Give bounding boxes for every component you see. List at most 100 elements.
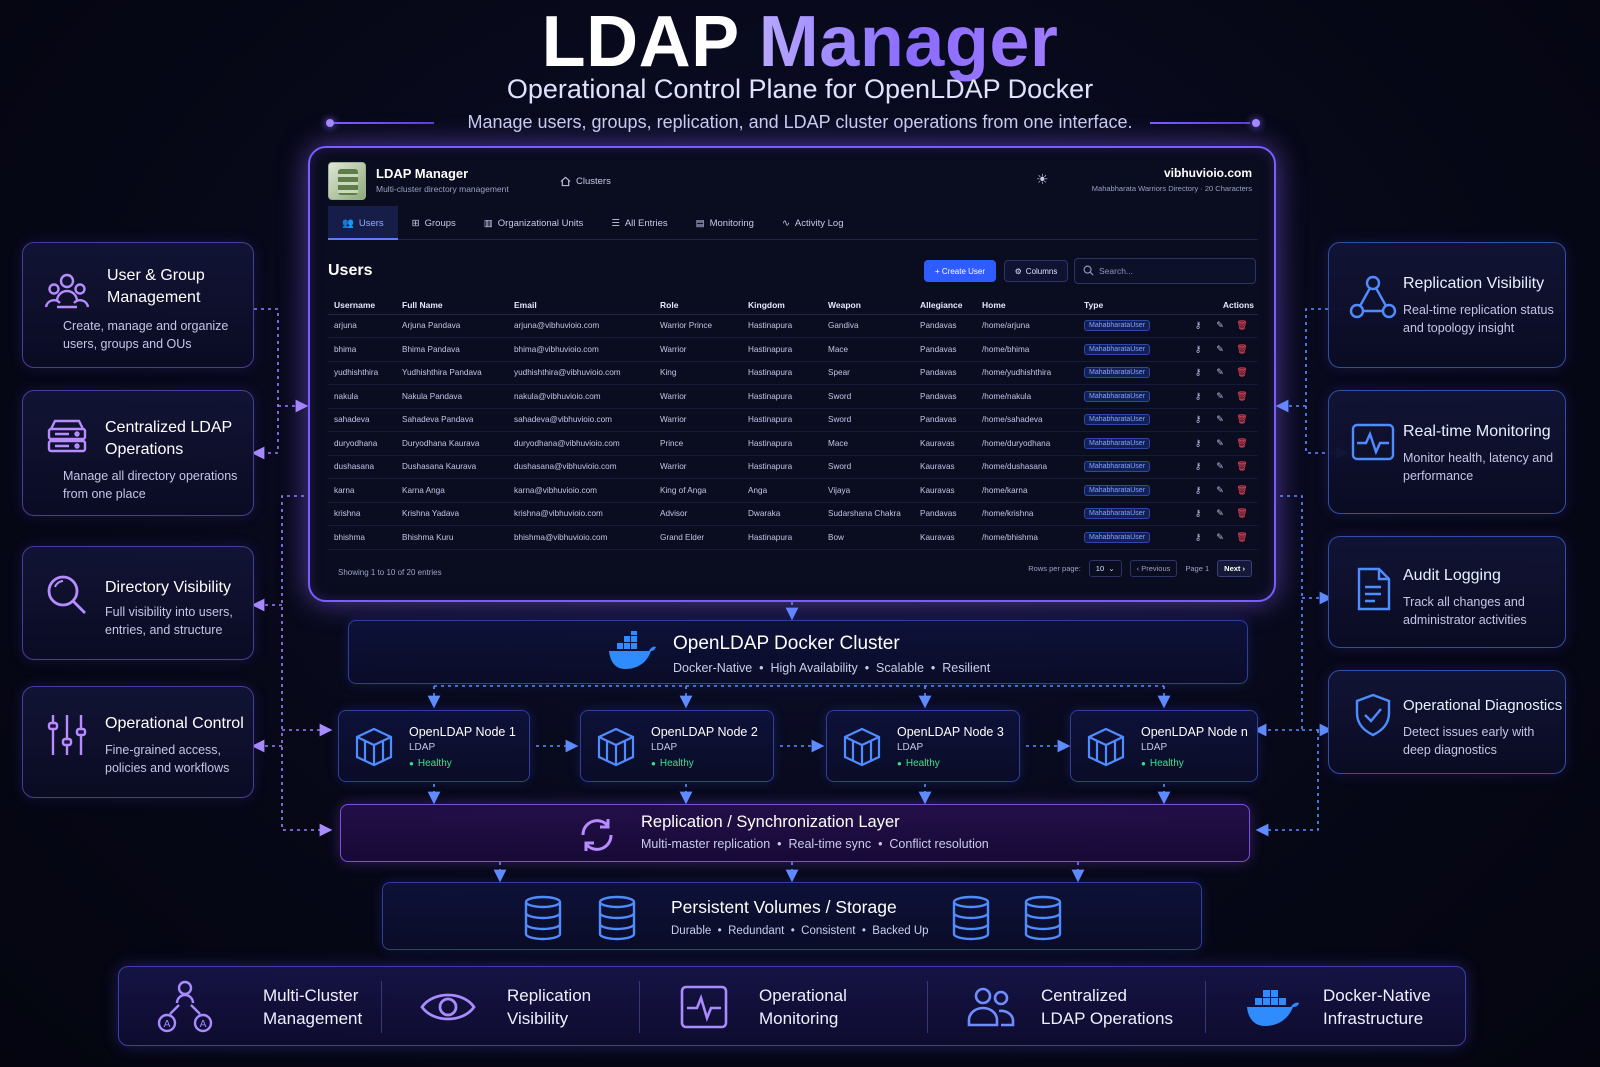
document-icon [1357, 567, 1391, 611]
cluster-title: OpenLDAP Docker Cluster [673, 633, 900, 654]
feature-label: Multi-Cluster Management [263, 984, 362, 1030]
table-row[interactable]: krishna Krishna Yadava krishna@vibhuvioio.… [328, 502, 1258, 526]
replication-layer: Replication / Synchronization Layer Mult… [340, 804, 1250, 862]
card-title: Operational Control [105, 715, 244, 732]
table-row[interactable]: yudhishthira Yudhishthira Pandava yudhisht… [328, 361, 1258, 385]
trash-icon[interactable]: 🗑 [1236, 344, 1248, 355]
col-allegiance[interactable]: Allegiance [914, 296, 976, 315]
table-row[interactable]: bhima Bhima Pandava bhima@vibhuvioio.com Wa… [328, 337, 1258, 362]
cell-weapon: Bow [822, 525, 914, 550]
key-icon[interactable]: ⚷ [1192, 320, 1204, 331]
key-icon[interactable]: ⚷ [1192, 414, 1204, 425]
edit-icon[interactable]: ✎ [1214, 461, 1226, 472]
list-icon: ☰ [611, 218, 620, 229]
rows-per-page-select[interactable]: 10 ⌄ [1088, 560, 1122, 577]
openldap-node-3[interactable]: OpenLDAP Node 3 LDAP Healthy [826, 710, 1020, 782]
col-username[interactable]: Username [328, 296, 396, 315]
cell-full-name: Bhima Pandava [396, 337, 508, 362]
openldap-node-1[interactable]: OpenLDAP Node 1 LDAP Healthy [338, 710, 530, 782]
previous-button[interactable]: ‹ Previous [1129, 560, 1178, 577]
table-row[interactable]: dushasana Dushasana Kaurava dushasana@vibh… [328, 455, 1258, 479]
col-home[interactable]: Home [976, 296, 1078, 315]
card-title: Audit Logging [1403, 567, 1501, 584]
col-kingdom[interactable]: Kingdom [742, 296, 822, 315]
col-email[interactable]: Email [508, 296, 654, 315]
card-desc: Create, manage and organize users, group… [63, 319, 229, 351]
edit-icon[interactable]: ✎ [1214, 532, 1226, 543]
card-replication-visibility: Replication Visibility Real-time replica… [1328, 242, 1566, 368]
tab-users[interactable]: 👥 Users [328, 206, 398, 240]
home-icon [560, 176, 571, 187]
tab-activity-log[interactable]: ∿ Activity Log [768, 206, 858, 240]
key-icon[interactable]: ⚷ [1192, 438, 1204, 449]
edit-icon[interactable]: ✎ [1214, 485, 1226, 496]
divider [381, 981, 382, 1033]
edit-icon[interactable]: ✎ [1214, 344, 1226, 355]
table-row[interactable]: arjuna Arjuna Pandava arjuna@vibhuvioio.co… [328, 314, 1258, 338]
tab-groups[interactable]: ⊞ Groups [398, 206, 470, 240]
theme-toggle-icon[interactable]: ☀ [1036, 172, 1050, 186]
cell-allegiance: Pandavas [914, 337, 976, 362]
trash-icon[interactable]: 🗑 [1236, 438, 1248, 449]
columns-button[interactable]: ⚙ Columns [1004, 260, 1068, 282]
trash-icon[interactable]: 🗑 [1236, 508, 1248, 519]
edit-icon[interactable]: ✎ [1214, 367, 1226, 378]
col-role[interactable]: Role [654, 296, 742, 315]
card-title: Real-time Monitoring [1403, 423, 1551, 440]
key-icon[interactable]: ⚷ [1192, 344, 1204, 355]
trash-icon[interactable]: 🗑 [1236, 320, 1248, 331]
col-weapon[interactable]: Weapon [822, 296, 914, 315]
key-icon[interactable]: ⚷ [1192, 367, 1204, 378]
edit-icon[interactable]: ✎ [1214, 508, 1226, 519]
feature-line1: Centralized [1041, 986, 1127, 1005]
tab-all-entries[interactable]: ☰ All Entries [597, 206, 681, 240]
columns-label: Columns [1025, 266, 1058, 276]
node-protocol: LDAP [651, 742, 678, 753]
key-icon[interactable]: ⚷ [1192, 391, 1204, 402]
table-row[interactable]: bhishma Bhishma Kuru bhishma@vibhuvioio.co… [328, 525, 1258, 550]
trash-icon[interactable]: 🗑 [1236, 414, 1248, 425]
rows-per-page-value: 10 [1095, 564, 1105, 573]
trash-icon[interactable]: 🗑 [1236, 532, 1248, 543]
table-row[interactable]: nakula Nakula Pandava nakula@vibhuvioio.co… [328, 384, 1258, 409]
create-user-button[interactable]: + Create User [924, 260, 996, 282]
search-input[interactable]: Search... [1074, 258, 1256, 284]
openldap-node-2[interactable]: OpenLDAP Node 2 LDAP Healthy [580, 710, 774, 782]
node-status: Healthy [651, 758, 694, 769]
replication-subtitle: Multi-master replication • Real-time syn… [641, 837, 989, 851]
next-button[interactable]: Next › [1217, 560, 1252, 577]
cell-role: King of Anga [654, 478, 742, 503]
key-icon[interactable]: ⚷ [1192, 532, 1204, 543]
table-row[interactable]: karna Karna Anga karna@vibhuvioio.com King … [328, 478, 1258, 503]
cell-weapon: Sword [822, 408, 914, 432]
key-icon[interactable]: ⚷ [1192, 485, 1204, 496]
col-full-name[interactable]: Full Name [396, 296, 508, 315]
table-row[interactable]: duryodhana Duryodhana Kaurava duryodhana@v… [328, 431, 1258, 456]
cell-actions: ⚷ ✎ 🗑 [1174, 337, 1258, 362]
edit-icon[interactable]: ✎ [1214, 414, 1226, 425]
clusters-link[interactable]: Clusters [560, 176, 611, 187]
openldap-node-n[interactable]: OpenLDAP Node n LDAP Healthy [1070, 710, 1258, 782]
type-badge: MahabharataUser [1084, 437, 1151, 449]
cell-username: karna [328, 478, 396, 503]
eye-icon [420, 993, 476, 1021]
cell-actions: ⚷ ✎ 🗑 [1174, 314, 1258, 338]
edit-icon[interactable]: ✎ [1214, 391, 1226, 402]
cell-role: Warrior [654, 408, 742, 432]
edit-icon[interactable]: ✎ [1214, 438, 1226, 449]
table-row[interactable]: sahadeva Sahadeva Pandava sahadeva@vibhuvi… [328, 408, 1258, 432]
tab-organizational-units[interactable]: ▥ Organizational Units [470, 206, 598, 240]
edit-icon[interactable]: ✎ [1214, 320, 1226, 331]
key-icon[interactable]: ⚷ [1192, 508, 1204, 519]
cell-username: bhishma [328, 525, 396, 550]
key-icon[interactable]: ⚷ [1192, 461, 1204, 472]
trash-icon[interactable]: 🗑 [1236, 461, 1248, 472]
bar-chart-icon: ▤ [695, 218, 705, 229]
trash-icon[interactable]: 🗑 [1236, 367, 1248, 378]
feature-line2: Management [263, 1009, 363, 1028]
trash-icon[interactable]: 🗑 [1236, 391, 1248, 402]
trash-icon[interactable]: 🗑 [1236, 485, 1248, 496]
activity-icon: ∿ [781, 218, 790, 229]
tab-monitoring[interactable]: ▤ Monitoring [682, 206, 768, 240]
col-type[interactable]: Type [1078, 296, 1174, 315]
